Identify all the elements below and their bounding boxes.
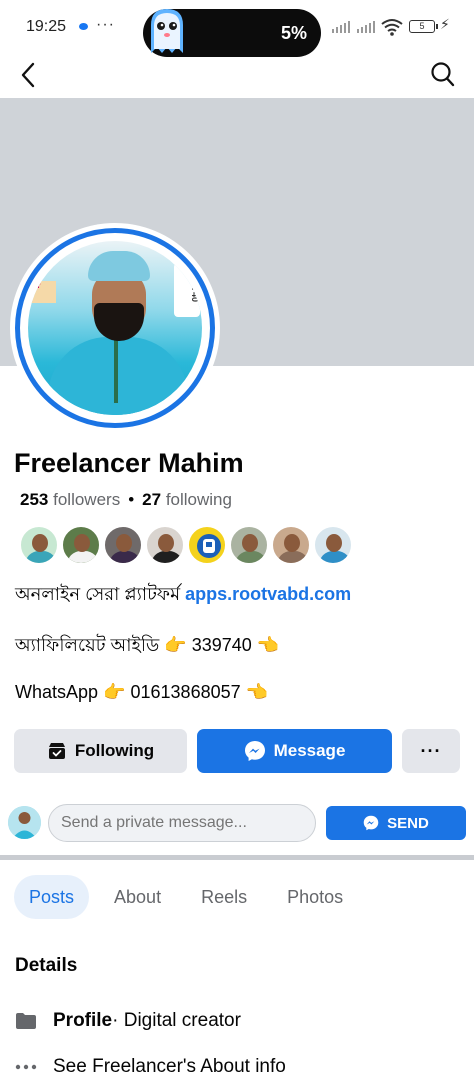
wifi-icon (381, 19, 403, 36)
pointing-left-emoji: 👈 (256, 635, 280, 655)
tab-photos[interactable]: Photos (272, 875, 358, 919)
ellipsis-icon (14, 1064, 38, 1070)
status-bar: 19:25 ··· 5% 5 ⚡ (0, 0, 474, 57)
following-link[interactable]: 27 following (142, 490, 232, 509)
avatar-sticker: der (28, 281, 56, 303)
section-divider (0, 855, 474, 860)
top-nav (0, 56, 474, 98)
battery-icon: 5 (409, 20, 438, 33)
pointing-left-emoji: 👈 (245, 682, 269, 702)
profile-photo: 39740 der (28, 241, 202, 415)
follower-avatar[interactable] (19, 525, 59, 565)
following-button[interactable]: Following (14, 729, 187, 773)
profile-name: Freelancer Mahim (14, 448, 244, 478)
brand-logo-icon (197, 534, 221, 558)
details-profile-row: Profile · Digital creator (14, 1010, 241, 1032)
followers-link[interactable]: 253 followers (20, 490, 120, 509)
follower-avatars[interactable] (19, 525, 355, 565)
profile-label: Profile (53, 1010, 113, 1031)
charging-icon: ⚡ (440, 16, 450, 32)
avatar-tag: 39740 (174, 263, 200, 317)
follower-avatar[interactable] (103, 525, 143, 565)
follower-avatar[interactable] (61, 525, 101, 565)
bio-line-2: অ্যাফিলিয়েট আইডি 👉 339740 👈 (15, 635, 280, 655)
profile-stats: 253 followers • 27 following (20, 490, 232, 509)
profile-type: · Digital creator (112, 1010, 241, 1031)
private-message-input[interactable] (48, 804, 316, 842)
following-check-icon (48, 743, 65, 759)
tab-reels[interactable]: Reels (186, 875, 262, 919)
bio-line-1: অনলাইন সেরা প্ল্যাটফর্ম apps.rootvabd.co… (15, 584, 352, 604)
profile-avatar[interactable]: 39740 der (10, 223, 220, 433)
more-options-button[interactable]: ··· (402, 729, 460, 773)
bio-link[interactable]: apps.rootvabd.com (185, 584, 351, 604)
see-about-row[interactable]: See Freelancer's About info (14, 1056, 286, 1078)
status-more-icon: ··· (96, 16, 115, 33)
search-icon[interactable] (430, 61, 456, 89)
follower-avatar[interactable] (229, 525, 269, 565)
story-ring: 39740 der (15, 228, 215, 428)
pointing-right-emoji: 👉 (103, 682, 126, 702)
battery-saver-pill: 5% (143, 9, 321, 57)
bio-line-3: WhatsApp 👉 01613868057 👈 (15, 682, 269, 702)
see-about-link[interactable]: See Freelancer's About info (53, 1056, 286, 1078)
user-avatar (8, 806, 41, 839)
profile-tabs: Posts About Reels Photos (14, 875, 368, 919)
messenger-notification-icon (79, 23, 88, 30)
battery-percent-text: 5% (280, 23, 307, 43)
signal-icon (332, 19, 350, 33)
messenger-icon (363, 815, 379, 831)
send-button[interactable]: SEND (326, 806, 466, 840)
follower-avatar[interactable] (313, 525, 353, 565)
folder-icon (14, 1012, 38, 1030)
follower-avatar[interactable] (145, 525, 185, 565)
follower-avatar[interactable] (271, 525, 311, 565)
ghost-icon (151, 9, 183, 53)
follower-avatar[interactable] (187, 525, 227, 565)
details-heading: Details (15, 955, 78, 976)
status-time: 19:25 (26, 18, 67, 35)
tab-posts[interactable]: Posts (14, 875, 90, 919)
tab-about[interactable]: About (99, 875, 176, 919)
message-button[interactable]: Message (197, 729, 392, 773)
pointing-right-emoji: 👉 (164, 635, 187, 655)
messenger-icon (244, 741, 265, 761)
signal-icon-2 (357, 19, 375, 33)
back-arrow-icon[interactable] (16, 60, 42, 90)
